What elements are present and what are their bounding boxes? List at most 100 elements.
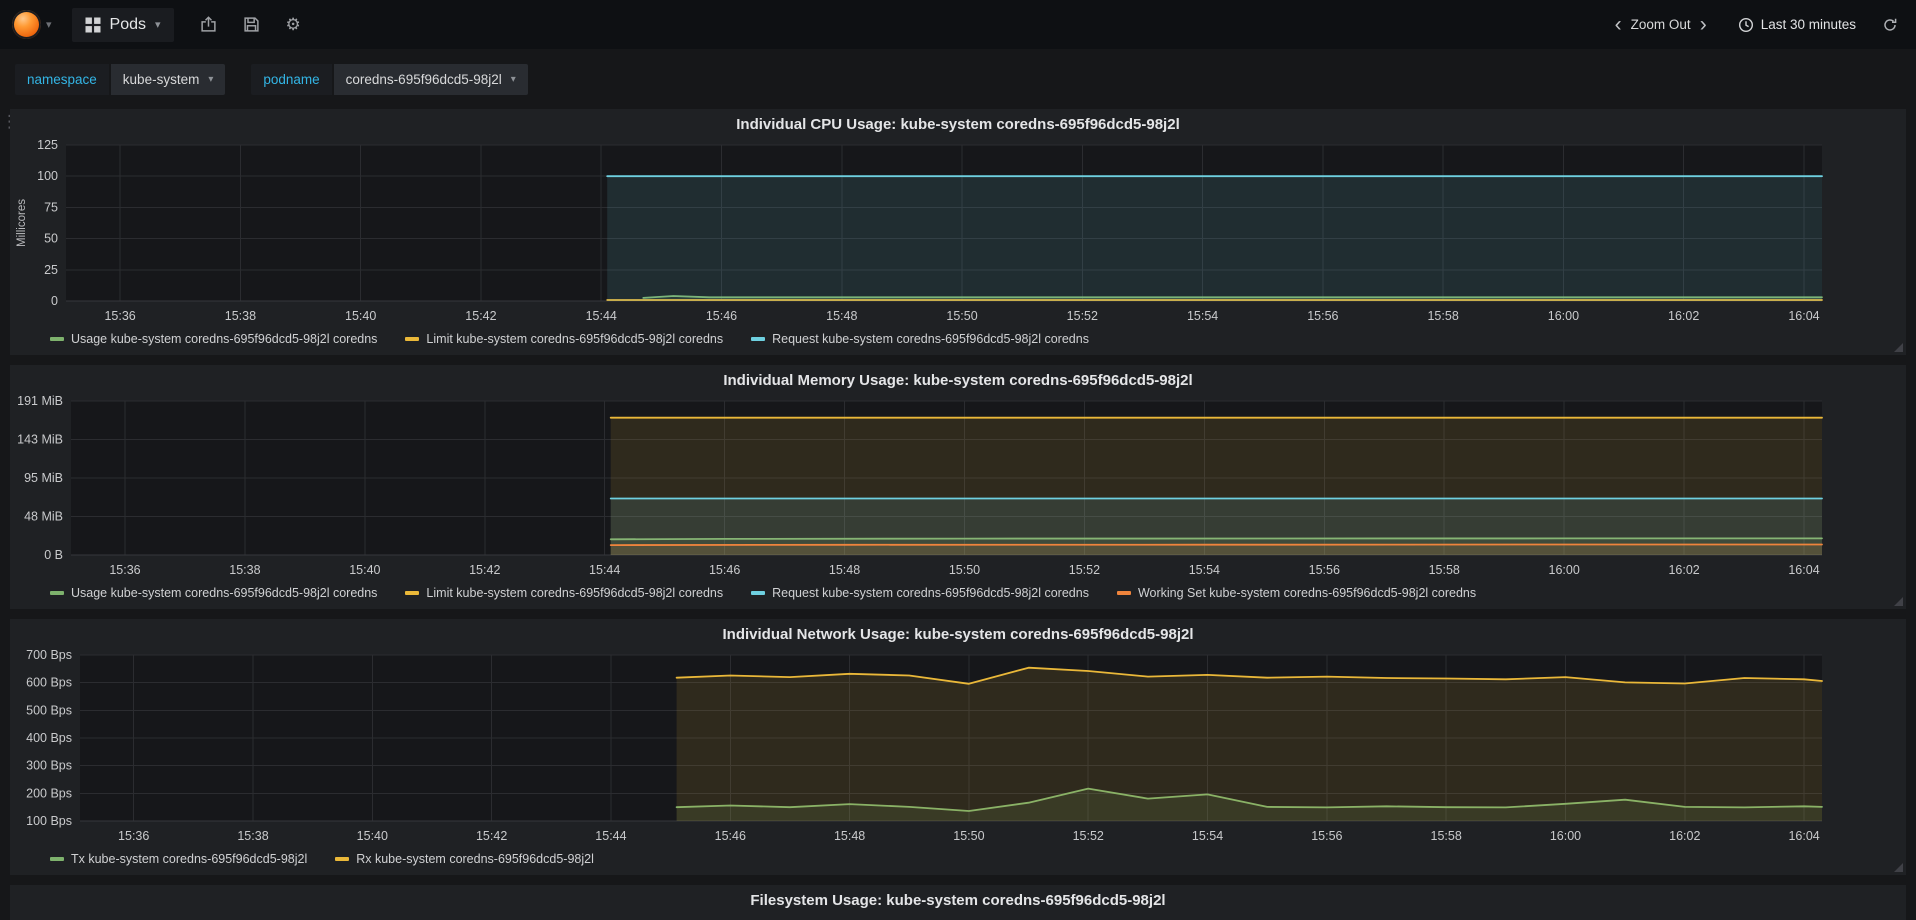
panel-filesystem-usage: Filesystem Usage: kube-system coredns-69…: [10, 885, 1906, 920]
svg-text:15:46: 15:46: [706, 309, 737, 323]
time-range-picker[interactable]: Last 30 minutes: [1738, 17, 1856, 33]
network-panel-title[interactable]: Individual Network Usage: kube-system co…: [14, 621, 1902, 645]
save-icon: [243, 17, 259, 32]
legend-series-label: Limit kube-system coredns-695f96dcd5-98j…: [426, 586, 724, 600]
svg-text:15:44: 15:44: [586, 309, 617, 323]
svg-text:16:04: 16:04: [1788, 829, 1819, 843]
chevron-left-icon: ‹: [1614, 13, 1622, 36]
svg-text:15:50: 15:50: [953, 829, 984, 843]
svg-text:400 Bps: 400 Bps: [26, 731, 72, 745]
svg-text:15:44: 15:44: [589, 563, 620, 577]
variable-label-namespace: namespace: [15, 64, 109, 95]
legend-item-1[interactable]: Rx kube-system coredns-695f96dcd5-98j2l: [335, 852, 594, 866]
legend-item-2[interactable]: Request kube-system coredns-695f96dcd5-9…: [751, 332, 1089, 346]
legend-item-0[interactable]: Usage kube-system coredns-695f96dcd5-98j…: [50, 332, 377, 346]
svg-text:15:58: 15:58: [1427, 309, 1458, 323]
legend-series-label: Usage kube-system coredns-695f96dcd5-98j…: [71, 332, 378, 346]
panel-resize-handle[interactable]: [1894, 597, 1903, 606]
variable-value-namespace[interactable]: kube-system ▾: [110, 64, 226, 95]
variable-namespace: namespace kube-system ▾: [15, 64, 226, 95]
svg-text:50: 50: [44, 232, 58, 246]
legend-series-label: Limit kube-system coredns-695f96dcd5-98j…: [426, 332, 724, 346]
svg-text:15:36: 15:36: [104, 309, 135, 323]
legend-series-label: Usage kube-system coredns-695f96dcd5-98j…: [71, 586, 378, 600]
svg-text:Millicores: Millicores: [16, 199, 28, 247]
svg-text:100: 100: [37, 169, 58, 183]
legend-item-1[interactable]: Limit kube-system coredns-695f96dcd5-98j…: [405, 332, 723, 346]
cpu-panel-title[interactable]: Individual CPU Usage: kube-system coredn…: [14, 111, 1902, 135]
svg-text:100 Bps: 100 Bps: [26, 814, 72, 828]
legend-series-marker: [50, 591, 64, 595]
legend-series-marker: [405, 337, 420, 341]
time-shift-forward-button[interactable]: ›: [1693, 14, 1714, 35]
legend-item-0[interactable]: Tx kube-system coredns-695f96dcd5-98j2l: [50, 852, 307, 866]
svg-text:15:42: 15:42: [476, 829, 507, 843]
dashboard-grid-icon: [85, 17, 101, 32]
podname-selected-value: coredns-695f96dcd5-98j2l: [345, 72, 502, 87]
variable-value-podname[interactable]: coredns-695f96dcd5-98j2l ▾: [333, 64, 528, 95]
panel-network-usage: Individual Network Usage: kube-system co…: [10, 619, 1906, 875]
svg-text:15:40: 15:40: [357, 829, 388, 843]
legend-item-3[interactable]: Working Set kube-system coredns-695f96dc…: [1116, 586, 1477, 600]
svg-text:16:02: 16:02: [1668, 309, 1699, 323]
share-icon: [200, 16, 216, 32]
panel-cpu-usage: Individual CPU Usage: kube-system coredn…: [10, 109, 1906, 355]
refresh-button[interactable]: [1882, 17, 1898, 33]
svg-text:48 MiB: 48 MiB: [24, 510, 63, 524]
dashboard-picker[interactable]: Pods ▾: [71, 7, 174, 42]
dashboard-title: Pods: [109, 15, 146, 33]
legend-series-marker: [1116, 591, 1131, 595]
caret-down-icon: ▾: [510, 74, 516, 85]
svg-text:200 Bps: 200 Bps: [26, 786, 72, 800]
svg-text:500 Bps: 500 Bps: [26, 703, 72, 717]
caret-down-icon: ▾: [155, 19, 161, 31]
panel-memory-usage: Individual Memory Usage: kube-system cor…: [10, 365, 1906, 609]
grafana-logo-menu[interactable]: ▾: [12, 10, 52, 39]
panel-resize-handle[interactable]: [1894, 343, 1903, 352]
legend-item-2[interactable]: Request kube-system coredns-695f96dcd5-9…: [751, 586, 1089, 600]
time-shift-back-button[interactable]: ‹: [1608, 14, 1629, 35]
save-button[interactable]: [243, 16, 260, 33]
memory-panel-title[interactable]: Individual Memory Usage: kube-system cor…: [14, 367, 1902, 391]
zoom-out-button[interactable]: Zoom Out: [1629, 17, 1693, 32]
svg-text:15:36: 15:36: [118, 829, 149, 843]
svg-text:15:38: 15:38: [229, 563, 260, 577]
svg-text:15:50: 15:50: [946, 309, 977, 323]
svg-text:15:52: 15:52: [1067, 309, 1098, 323]
svg-text:15:58: 15:58: [1431, 829, 1462, 843]
legend-item-1[interactable]: Limit kube-system coredns-695f96dcd5-98j…: [405, 586, 723, 600]
legend-item-0[interactable]: Usage kube-system coredns-695f96dcd5-98j…: [50, 586, 377, 600]
svg-text:16:00: 16:00: [1549, 563, 1580, 577]
refresh-icon: [1884, 18, 1897, 31]
share-button[interactable]: [200, 16, 217, 33]
svg-text:15:46: 15:46: [715, 829, 746, 843]
svg-text:15:44: 15:44: [595, 829, 626, 843]
svg-text:0: 0: [51, 294, 58, 308]
filesystem-panel-title[interactable]: Filesystem Usage: kube-system coredns-69…: [14, 887, 1902, 911]
legend-series-label: Tx kube-system coredns-695f96dcd5-98j2l: [71, 852, 308, 866]
memory-usage-chart[interactable]: 15:36 15:38 15:40 15:42 15:44 15:46 15:48 15:50…: [14, 391, 1898, 583]
variable-label-podname: podname: [251, 64, 332, 95]
grafana-logo-icon: [12, 10, 41, 39]
caret-down-icon: ▾: [46, 19, 52, 31]
network-legend: Tx kube-system coredns-695f96dcd5-98j2l R…: [50, 849, 1902, 869]
chevron-right-icon: ›: [1699, 13, 1707, 36]
legend-series-marker: [335, 857, 350, 861]
gear-icon: ⚙: [285, 15, 301, 34]
panel-resize-handle[interactable]: [1894, 863, 1903, 872]
svg-text:15:38: 15:38: [225, 309, 256, 323]
cpu-usage-chart[interactable]: 15:36 15:38 15:40 15:42 15:44 15:46 15:48 15:50…: [14, 135, 1898, 329]
svg-text:16:00: 16:00: [1550, 829, 1581, 843]
legend-series-marker: [50, 857, 64, 861]
svg-text:0 B: 0 B: [44, 548, 63, 562]
navbar-right-controls: ‹ Zoom Out › Last 30 minutes: [1608, 14, 1898, 35]
top-navbar: ▾ Pods ▾ ⚙ ‹ Zoom Out › Last 30 minutes: [0, 0, 1916, 49]
svg-text:15:36: 15:36: [109, 563, 140, 577]
svg-text:75: 75: [44, 200, 58, 214]
svg-text:700 Bps: 700 Bps: [26, 648, 72, 662]
network-usage-chart[interactable]: 15:36 15:38 15:40 15:42 15:44 15:46 15:48 15:50…: [14, 645, 1898, 849]
svg-text:25: 25: [44, 263, 58, 277]
svg-text:15:54: 15:54: [1192, 829, 1223, 843]
settings-button[interactable]: ⚙: [286, 16, 301, 33]
legend-series-label: Working Set kube-system coredns-695f96dc…: [1137, 586, 1477, 600]
